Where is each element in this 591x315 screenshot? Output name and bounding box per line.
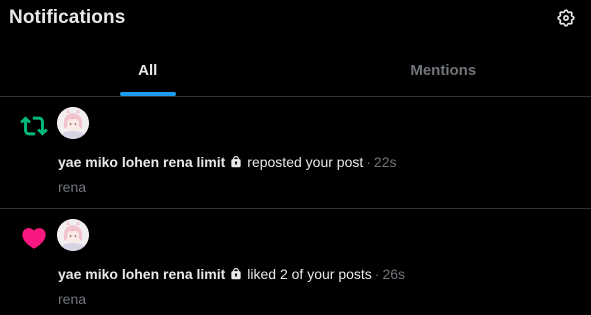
timestamp: 26s xyxy=(382,266,406,282)
separator-dot: · xyxy=(366,154,371,170)
heart-icon xyxy=(20,224,48,252)
user-name-link[interactable]: yae miko lohen rena limit xyxy=(58,266,225,282)
tab-mentions[interactable]: Mentions xyxy=(296,48,591,96)
notification-item[interactable]: yae miko lohen rena limit liked 2 of you… xyxy=(0,209,591,315)
post-preview: rena xyxy=(58,179,87,195)
lock-icon xyxy=(231,268,241,280)
tab-label: All xyxy=(138,62,158,79)
tab-label: Mentions xyxy=(410,62,477,79)
active-tab-indicator xyxy=(119,92,176,96)
settings-button[interactable] xyxy=(556,8,576,28)
notification-text: yae miko lohen rena limit reposted your … xyxy=(58,154,397,170)
action-text: reposted your post xyxy=(247,154,364,170)
page-title: Notifications xyxy=(9,7,126,28)
repost-icon xyxy=(20,112,48,140)
notification-tabs: All Mentions xyxy=(0,48,591,97)
notification-text: yae miko lohen rena limit liked 2 of you… xyxy=(58,266,405,282)
timestamp: 22s xyxy=(373,154,397,170)
user-name-link[interactable]: yae miko lohen rena limit xyxy=(58,154,225,170)
separator-dot: · xyxy=(374,266,380,282)
page-header: Notifications xyxy=(0,0,591,48)
tab-all[interactable]: All xyxy=(0,48,296,96)
avatar[interactable] xyxy=(57,219,89,251)
lock-icon xyxy=(231,156,241,168)
post-preview: rena xyxy=(58,291,87,307)
action-text: liked 2 of your posts xyxy=(247,266,372,282)
gear-icon xyxy=(557,9,575,27)
notification-item[interactable]: yae miko lohen rena limit reposted your … xyxy=(0,97,591,209)
avatar[interactable] xyxy=(57,107,89,139)
